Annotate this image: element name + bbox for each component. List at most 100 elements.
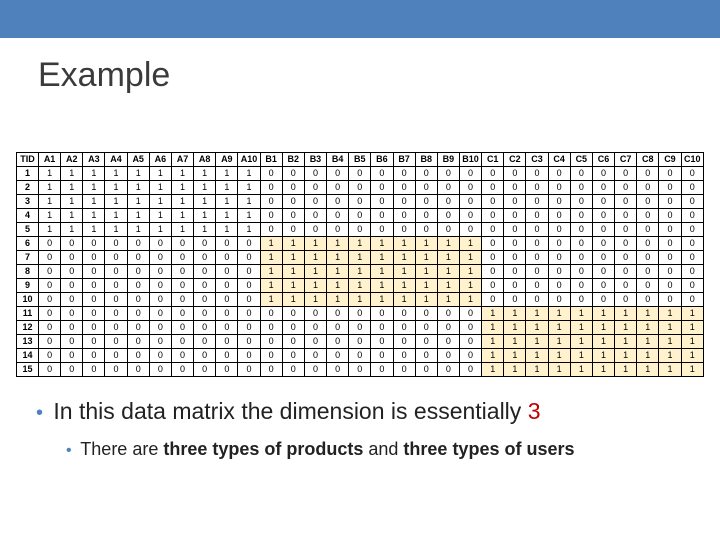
cell: 1 <box>216 209 238 223</box>
cell: 0 <box>349 363 371 377</box>
cell: 0 <box>526 265 548 279</box>
cell: 0 <box>194 237 216 251</box>
cell: 0 <box>39 293 61 307</box>
cell: 0 <box>592 181 614 195</box>
cell: 1 <box>659 335 681 349</box>
cell: 0 <box>83 335 105 349</box>
cell: 1 <box>615 335 637 349</box>
cell: 0 <box>548 181 570 195</box>
table-row: 15000000000000000000001111111111 <box>17 363 704 377</box>
col-header: B1 <box>260 153 282 167</box>
cell: 0 <box>415 363 437 377</box>
cell: 0 <box>659 209 681 223</box>
col-header-tid: TID <box>17 153 39 167</box>
cell: 0 <box>526 223 548 237</box>
cell: 0 <box>349 195 371 209</box>
cell: 0 <box>282 167 304 181</box>
cell: 0 <box>238 349 260 363</box>
cell: 0 <box>194 251 216 265</box>
cell: 1 <box>548 307 570 321</box>
cell: 0 <box>282 335 304 349</box>
cell: 0 <box>327 209 349 223</box>
cell: 0 <box>482 195 504 209</box>
cell: 0 <box>437 223 459 237</box>
cell: 0 <box>459 223 481 237</box>
cell: 0 <box>570 293 592 307</box>
col-header: A7 <box>171 153 193 167</box>
cell: 0 <box>39 349 61 363</box>
cell: 0 <box>637 223 659 237</box>
cell: 0 <box>526 237 548 251</box>
cell: 1 <box>459 265 481 279</box>
cell: 0 <box>216 279 238 293</box>
cell: 0 <box>171 307 193 321</box>
cell: 0 <box>83 363 105 377</box>
cell: 0 <box>349 307 371 321</box>
cell: 1 <box>459 293 481 307</box>
cell: 0 <box>216 349 238 363</box>
cell: 0 <box>327 349 349 363</box>
cell: 1 <box>127 195 149 209</box>
table-row: 13000000000000000000001111111111 <box>17 335 704 349</box>
cell: 1 <box>570 307 592 321</box>
cell: 0 <box>105 265 127 279</box>
cell: 1 <box>504 321 526 335</box>
col-header: C5 <box>570 153 592 167</box>
cell: 0 <box>504 293 526 307</box>
table-row: 6000000000011111111110000000000 <box>17 237 704 251</box>
cell: 1 <box>127 167 149 181</box>
cell: 0 <box>238 293 260 307</box>
cell: 0 <box>548 265 570 279</box>
cell: 1 <box>548 321 570 335</box>
cell: 1 <box>681 307 703 321</box>
cell: 1 <box>194 181 216 195</box>
cell: 1 <box>570 349 592 363</box>
cell: 0 <box>526 251 548 265</box>
cell: 0 <box>83 293 105 307</box>
cell: 0 <box>615 167 637 181</box>
cell: 1 <box>127 223 149 237</box>
bullet-1-highlight: 3 <box>528 398 541 424</box>
cell: 0 <box>39 335 61 349</box>
cell: 0 <box>171 363 193 377</box>
cell: 0 <box>216 237 238 251</box>
cell: 0 <box>149 251 171 265</box>
cell: 0 <box>83 349 105 363</box>
cell: 1 <box>149 181 171 195</box>
cell: 0 <box>194 349 216 363</box>
cell: 1 <box>504 335 526 349</box>
cell: 1 <box>61 223 83 237</box>
cell: 0 <box>482 167 504 181</box>
cell: 1 <box>149 223 171 237</box>
cell: 0 <box>570 195 592 209</box>
cell: 1 <box>482 349 504 363</box>
cell: 0 <box>371 223 393 237</box>
cell: 1 <box>526 321 548 335</box>
cell: 0 <box>282 209 304 223</box>
cell: 1 <box>681 335 703 349</box>
cell: 1 <box>526 335 548 349</box>
cell: 1 <box>216 223 238 237</box>
cell: 0 <box>570 167 592 181</box>
cell: 0 <box>615 195 637 209</box>
col-header: C6 <box>592 153 614 167</box>
cell: 0 <box>681 181 703 195</box>
cell: 1 <box>349 279 371 293</box>
cell: 0 <box>171 321 193 335</box>
cell: 0 <box>459 167 481 181</box>
cell: 0 <box>681 251 703 265</box>
cell: 0 <box>260 167 282 181</box>
cell: 0 <box>216 293 238 307</box>
cell: 0 <box>105 279 127 293</box>
cell: 1 <box>83 181 105 195</box>
col-header: A4 <box>105 153 127 167</box>
cell: 1 <box>371 293 393 307</box>
cell: 0 <box>637 209 659 223</box>
cell: 0 <box>39 363 61 377</box>
cell: 0 <box>570 209 592 223</box>
cell: 1 <box>127 209 149 223</box>
col-header: C1 <box>482 153 504 167</box>
cell: 0 <box>592 279 614 293</box>
bullet-dot-icon: • <box>66 442 72 459</box>
table-row: 12000000000000000000001111111111 <box>17 321 704 335</box>
